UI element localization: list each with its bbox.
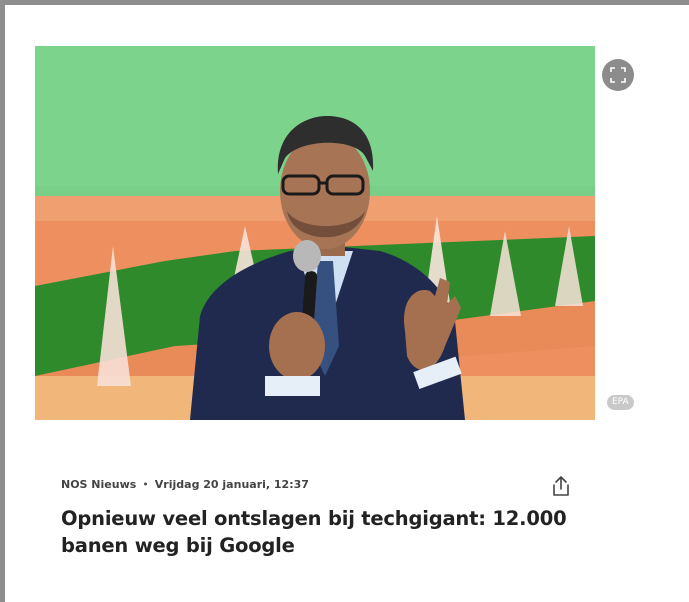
meta-separator: • [142, 478, 149, 491]
expand-photo-button[interactable] [602, 59, 634, 91]
expand-icon [610, 67, 626, 83]
article-card[interactable]: EPA NOS Nieuws • Vrijdag 20 januari, 12:37… [5, 5, 689, 602]
share-button[interactable] [550, 474, 572, 498]
article-date: Vrijdag 20 januari, 12:37 [154, 478, 309, 491]
article-photo[interactable] [35, 46, 595, 420]
article-source: NOS Nieuws [61, 478, 137, 491]
photo-credit-badge: EPA [607, 395, 634, 410]
share-icon [553, 476, 569, 496]
article-headline[interactable]: Opnieuw veel ontslagen bij techgigant: 1… [61, 505, 581, 559]
article-meta: NOS Nieuws • Vrijdag 20 januari, 12:37 [61, 478, 309, 491]
